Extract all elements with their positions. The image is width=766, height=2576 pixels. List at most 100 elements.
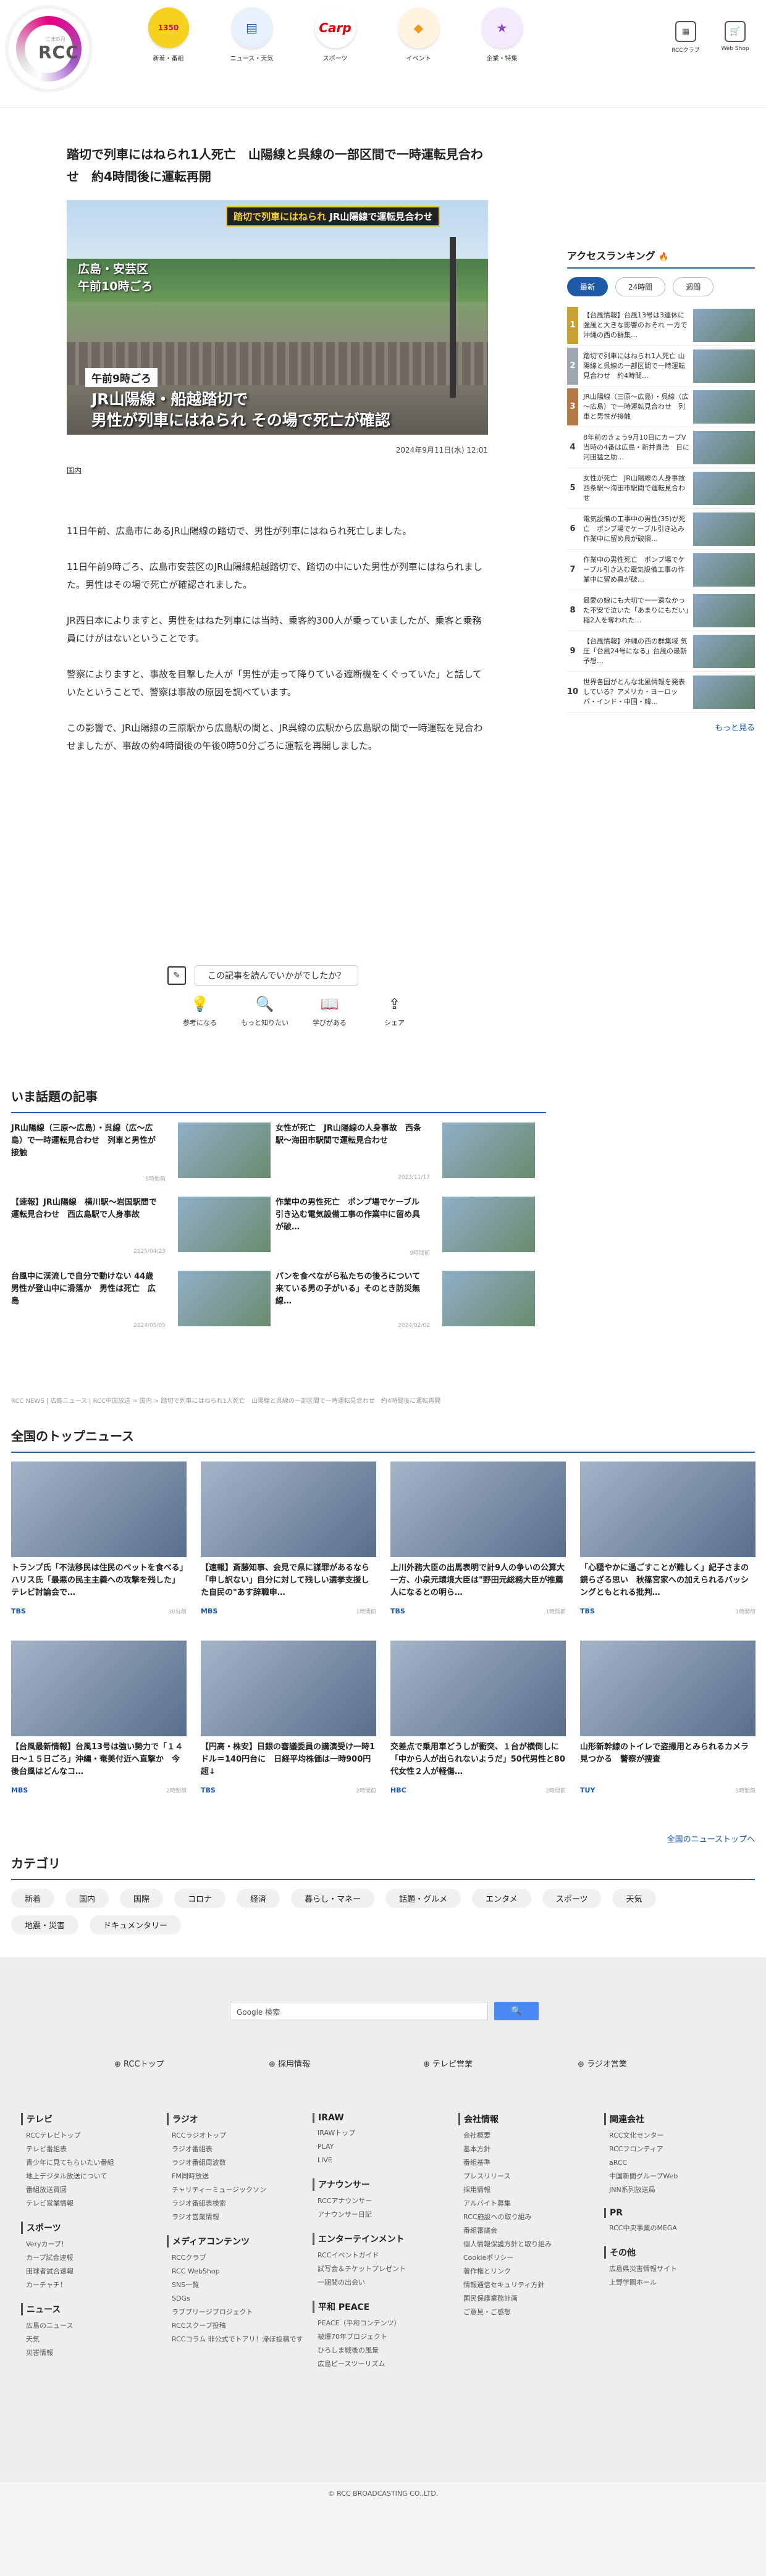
footer-link[interactable]: SDGs [167,2292,309,2306]
footer-link[interactable]: RCC文化センター [604,2129,746,2143]
footer-link[interactable]: ⊕ テレビ営業 [423,2057,541,2069]
ranking-item[interactable]: 3 JR山陽線（三原～広島）・呉線（広～広島）で一時運転見合わせ 列車と男性が接触 [567,387,755,427]
footer-link[interactable]: 地上デジタル放送について [21,2170,163,2183]
news-card[interactable]: 【台風最新情報】台風13号は強い勢力で「１４日～１５日ごろ」沖縄・奄美付近へ直撃… [11,1641,187,1807]
nav-web-shop[interactable]: 🛒 Web Shop [710,21,760,54]
category-pill[interactable]: 天気 [612,1889,656,1908]
footer-link[interactable]: 個人情報保護方針と取り組み [458,2238,600,2251]
ranking-item[interactable]: 9 【台風情報】沖縄の西の群集域 気圧「台風24号になる」台風の最新予想… [567,631,755,672]
footer-link[interactable]: アナウンサー日記 [313,2208,455,2222]
tab-24h[interactable]: 24時間 [615,277,666,296]
tab-weekly[interactable]: 週間 [673,277,714,296]
reaction-learn[interactable]: 📖 学びがある [297,995,362,1027]
footer-link[interactable]: 番組放送買回 [21,2183,163,2197]
footer-link[interactable]: RCCフロンティア [604,2143,746,2156]
footer-link[interactable]: チャリティーミュージックソン [167,2183,309,2197]
footer-link[interactable]: アルバイト募集 [458,2197,600,2210]
footer-link[interactable]: 情報通信セキュリティ方針 [458,2278,600,2292]
ranking-item[interactable]: 1 【台風情報】台風13号は3連休に強風と大きな影響のおそれ 一方で沖縄の西の群集… [567,305,755,346]
footer-link[interactable]: FM同時放送 [167,2170,309,2183]
topic-card[interactable]: 女性が死亡 JR山陽線の人身事故 西条駅～海田市駅間で運転見合わせ 2023/11… [276,1123,535,1190]
footer-link[interactable]: ひろしま戦後の風景 [313,2344,455,2357]
reaction-share[interactable]: ⇪ シェア [362,995,427,1027]
category-pill[interactable]: スポーツ [542,1889,602,1908]
footer-link[interactable]: RCC中央事業のMEGA [604,2222,746,2235]
nav-rcc-club[interactable]: ▦ RCCクラブ [661,21,710,54]
more-link[interactable]: もっと見る [567,721,755,733]
footer-link[interactable]: 上野学園ホール [604,2276,746,2290]
ranking-item[interactable]: 6 電気設備の工事中の男性(35)が死亡 ポンプ場でケーブル引き込み作業中に留め具… [567,509,755,550]
footer-link[interactable]: テレビ営業情報 [21,2197,163,2210]
category-pill[interactable]: 経済 [237,1889,280,1908]
footer-link[interactable]: RCC WebShop [167,2265,309,2278]
topic-card[interactable]: 台風中に渓流しで自分で動けない 44歳男性が登山中に滑落か 男性は死亡 広島 20… [11,1271,271,1339]
footer-link[interactable]: PEACE（平和コンテンツ） [313,2317,455,2330]
article-category-link[interactable]: 国内 [67,465,488,475]
footer-link[interactable]: ラジオ番組表検索 [167,2197,309,2210]
footer-link[interactable]: ラジオ営業情報 [167,2210,309,2224]
all-news-link[interactable]: 全国のニューストップへ [667,1833,755,1844]
footer-link[interactable]: ラジオ番組周波数 [167,2156,309,2170]
footer-link[interactable]: 番組審議会 [458,2224,600,2238]
footer-link[interactable]: 基本方針 [458,2143,600,2156]
nav-item-corporate[interactable]: ★ 企業・特集 [460,7,544,62]
reaction-useful[interactable]: 💡 参考になる [167,995,232,1027]
category-pill[interactable]: エンタメ [472,1889,531,1908]
footer-link[interactable]: ご意見・ご感想 [458,2306,600,2319]
footer-link[interactable]: RCCテレビトップ [21,2129,163,2143]
footer-link[interactable]: カーチャチ！ [21,2278,163,2292]
footer-link[interactable]: Cookieポリシー [458,2251,600,2265]
footer-link[interactable]: カープ試合速報 [21,2251,163,2265]
footer-link[interactable]: RCCイベントガイド [313,2249,455,2262]
news-card[interactable]: 【円高・株安】日銀の審議委員の講演受け一時1ドル＝140円台に 日経平均株価は一… [201,1641,376,1807]
footer-link[interactable]: 広島ピースツーリズム [313,2357,455,2371]
footer-link[interactable]: 著作権とリンク [458,2265,600,2278]
nav-item-event[interactable]: ◆ イベント [377,7,460,62]
category-pill[interactable]: 地震・災害 [11,1915,79,1934]
topic-card[interactable]: 作業中の男性死亡 ポンプ場でケーブル引き込む電気設備工事の作業中に留め具が破… 9… [276,1197,535,1265]
footer-link[interactable]: Veryカープ！ [21,2238,163,2251]
news-card[interactable]: 上川外務大臣の出馬表明で計9人の争いの公算大 一方、小泉元環境大臣は"野田元総務… [390,1462,566,1628]
footer-link[interactable]: aRCC [604,2156,746,2170]
footer-link[interactable]: ⊕ ラジオ営業 [578,2057,695,2069]
category-pill[interactable]: 新着 [11,1889,55,1908]
topic-card[interactable]: 【速報】JR山陽線 横川駅～岩国駅間で運転見合わせ 西広島駅で人身事故 2025/… [11,1197,271,1265]
reaction-more[interactable]: 🔍 もっと知りたい [232,995,297,1027]
news-card[interactable]: トランプ氏「不法移民は住民のペットを食べる」ハリス氏「最悪の民主主義への攻撃を残… [11,1462,187,1628]
ranking-item[interactable]: 4 8年前のきょう9月10日にカープV 当時の4番は広島・新井貴浩 日に河田猛之助… [567,427,755,468]
footer-link[interactable]: 会社概要 [458,2129,600,2143]
footer-link[interactable]: RCCラジオトップ [167,2129,309,2143]
footer-link[interactable]: ラブプリージプロジェクト [167,2306,309,2319]
nav-item-new-programs[interactable]: 1350 新着・番組 [127,7,210,62]
tab-latest[interactable]: 最新 [567,277,608,296]
news-card[interactable]: 交差点で乗用車どうしが衝突、１台が横倒しに「中から人が出られないようだ」50代男… [390,1641,566,1807]
footer-link[interactable]: 国民保護業務計画 [458,2292,600,2306]
breadcrumb[interactable]: RCC NEWS | 広島ニュース | RCC中国放送 > 国内 > 踏切で列車… [11,1395,567,1405]
footer-link[interactable]: RCCスクープ投稿 [167,2319,309,2333]
news-card[interactable]: 【速報】斎藤知事、会見で県に謀罪があるなら「申し訳ない」自分に対して残しい選挙支… [201,1462,376,1628]
rcc-logo[interactable]: こまの月 RCC [9,9,89,89]
category-pill[interactable]: 国内 [65,1889,109,1908]
footer-link[interactable]: 被爆70年プロジェクト [313,2330,455,2344]
ranking-item[interactable]: 2 踏切で列車にはねられ1人死亡 山陽線と呉線の一部区間で一時運転見合わせ 約4時… [567,346,755,387]
footer-link[interactable]: 広島県災害情報サイト [604,2262,746,2276]
nav-item-sports[interactable]: Carp スポーツ [293,7,377,62]
ranking-item[interactable]: 7 作業中の男性死亡 ポンプ場でケーブル引き込む電気設備工事の作業中に留め具が破… [567,550,755,590]
news-card[interactable]: 「心穏やかに過ごすことが難しく」紀子さまの鏡らざる思い 秋篠宮家への加えられるバ… [580,1462,755,1628]
feedback-button[interactable]: この記事を読んでいかがでしたか？ [195,965,359,986]
footer-link[interactable]: 天気 [21,2333,163,2346]
footer-link[interactable]: JNN系列放送局 [604,2183,746,2197]
footer-link[interactable]: 試写会＆チケットプレゼント [313,2262,455,2276]
category-pill[interactable]: 暮らし・マネー [291,1889,375,1908]
footer-link[interactable]: RCC施設への取り組み [458,2210,600,2224]
footer-link[interactable]: RCCクラブ [167,2251,309,2265]
footer-link[interactable]: プレスリリース [458,2170,600,2183]
nav-item-news-weather[interactable]: ▤ ニュース・天気 [210,7,293,62]
ranking-item[interactable]: 8 最愛の娘にも大切で一一遺なかった不安で泣いた「あまりにもだい」稲2人を奪われた… [567,590,755,631]
footer-link[interactable]: IRAWトップ [313,2126,455,2140]
category-pill[interactable]: 国際 [120,1889,164,1908]
category-pill[interactable]: ドキュメンタリー [90,1915,182,1934]
news-card[interactable]: 山形新幹線のトイレで盗撮用とみられるカメラ見つかる 警察が捜査 TUY 3時間前 [580,1641,755,1807]
footer-link[interactable]: RCCコラム 非公式でトアリ！帰ぼ投稿です [167,2333,309,2346]
footer-link[interactable]: 青少年に見てもらいたい番組 [21,2156,163,2170]
